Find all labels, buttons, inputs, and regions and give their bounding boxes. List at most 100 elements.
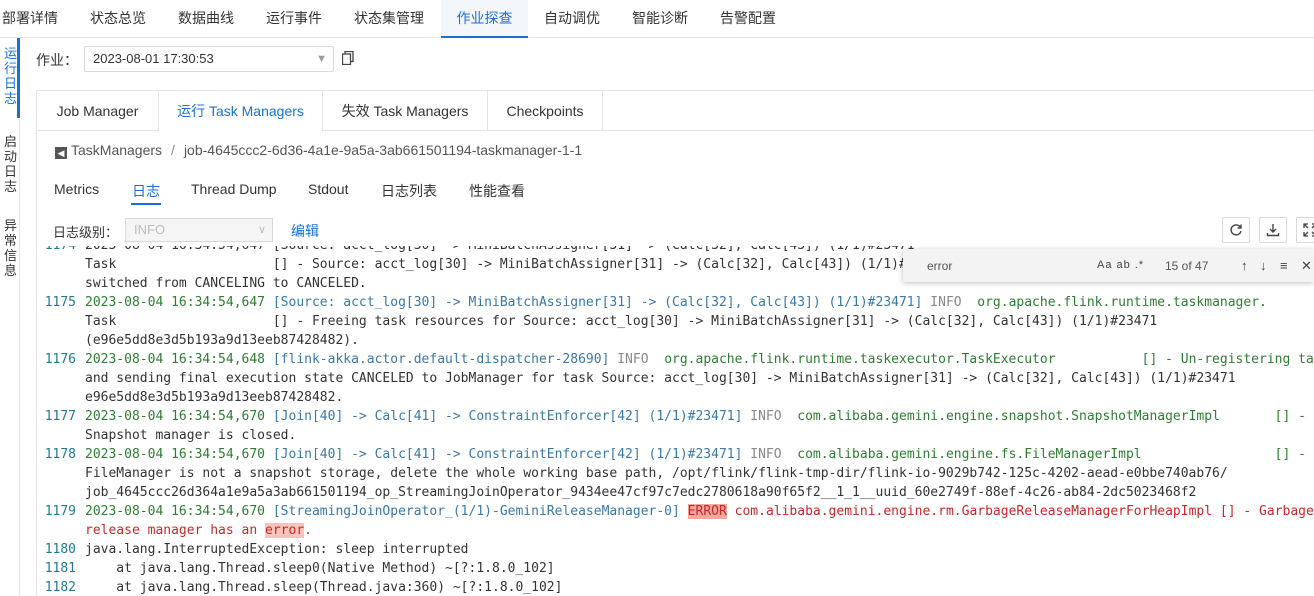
- log-class: com.alibaba.gemini.engine.rm.GarbageRele…: [734, 504, 1314, 519]
- log-class: com.alibaba.gemini.engine.fs.FileManager…: [797, 447, 1306, 462]
- itab-log[interactable]: 日志: [132, 181, 160, 201]
- log-text: Task [] - Source: acct_log[30] -> MiniBa…: [85, 257, 946, 272]
- line-number: 1179: [44, 504, 76, 519]
- subtab-checkpoints[interactable]: Checkpoints: [488, 91, 603, 131]
- log-thread: [flink-akka.actor.default-dispatcher-286…: [272, 352, 610, 367]
- fullscreen-button[interactable]: [1296, 217, 1314, 243]
- log-line: 1175 2023-08-04 16:34:54,647 [Source: acc…: [20, 293, 1314, 312]
- log-text: 2023-08-04 16:34:54,670 [Join[40] -> Cal…: [85, 407, 1306, 426]
- log-text: (e96e5dd8e3d5b193a9d13eeb87428482).: [85, 333, 359, 348]
- close-icon[interactable]: ✕: [1301, 258, 1312, 274]
- edit-link[interactable]: 编辑: [291, 221, 319, 241]
- log-line: e96e5dd8e3d5b193a9d13eeb87428482.: [20, 388, 1314, 407]
- log-message-tail: .: [304, 523, 312, 538]
- log-line: (e96e5dd8e3d5b193a9d13eeb87428482).: [20, 331, 1314, 350]
- breadcrumb-root[interactable]: TaskManagers: [71, 142, 162, 158]
- breadcrumb-separator: /: [171, 142, 175, 158]
- log-message: release manager has an: [85, 523, 266, 538]
- job-select[interactable]: 2023-08-01 17:30:53 ▼: [84, 46, 334, 72]
- download-icon: [1266, 224, 1280, 237]
- side-tab-start-log[interactable]: 启动日志: [0, 134, 20, 194]
- tab-smart-diagnosis[interactable]: 智能诊断: [632, 0, 688, 38]
- line-number: 1174: [20, 246, 76, 255]
- log-level: ERROR: [687, 504, 727, 519]
- log-line: release manager has an error.: [20, 521, 1314, 540]
- log-text: at java.lang.Thread.sleep0(Native Method…: [85, 561, 555, 576]
- log-line: 1177 2023-08-04 16:34:54,670 [Join[40] ->…: [20, 407, 1314, 426]
- tab-data-curves[interactable]: 数据曲线: [178, 0, 234, 38]
- log-text: at java.lang.Thread.sleep(Thread.java:36…: [85, 580, 563, 595]
- line-number: 1180: [44, 542, 76, 557]
- chevron-down-icon: ∨: [257, 224, 266, 236]
- log-line: 1178 2023-08-04 16:34:54,670 [Join[40] ->…: [20, 445, 1314, 464]
- log-thread: [Join[40] -> Calc[41] -> ConstraintEnfor…: [272, 409, 743, 424]
- log-level: INFO: [750, 447, 782, 462]
- subtab-failed-task-managers[interactable]: 失效 Task Managers: [323, 91, 488, 131]
- fullscreen-icon: [1303, 223, 1314, 237]
- breadcrumb-current: job-4645ccc2-6d36-4a1e-9a5a-3ab661501194…: [183, 142, 583, 158]
- log-text: FileManager is not a snapshot storage, d…: [85, 466, 1228, 481]
- log-class: org.apache.flink.runtime.taskexecutor.Ta…: [664, 352, 1314, 367]
- tab-deploy-details[interactable]: 部署详情: [2, 0, 58, 38]
- log-text: release manager has an error.: [85, 521, 312, 540]
- line-number: 1182: [44, 580, 76, 595]
- find-options[interactable]: Aa ab .*: [1097, 259, 1144, 271]
- subtab-running-task-managers[interactable]: 运行 Task Managers: [159, 91, 323, 132]
- line-number: 1176: [44, 352, 76, 367]
- log-text: 2023-08-04 16:34:54,647 [Source: acct_lo…: [85, 246, 915, 255]
- tab-alert-config[interactable]: 告警配置: [720, 0, 776, 38]
- log-timestamp: 2023-08-04 16:34:54,648: [85, 352, 266, 367]
- arrow-up-icon[interactable]: ↑: [1241, 258, 1248, 273]
- tab-status-overview[interactable]: 状态总览: [90, 0, 146, 38]
- log-thread: [Source: acct_log[30] -> MiniBatchAssign…: [272, 295, 923, 310]
- sub-tabs: Job Manager 运行 Task Managers 失效 Task Man…: [37, 91, 1314, 132]
- tab-auto-tuning[interactable]: 自动调优: [544, 0, 600, 38]
- log-text: 2023-08-04 16:34:54,648 [flink-akka.acto…: [85, 350, 1314, 369]
- tab-job-explore[interactable]: 作业探查: [441, 0, 528, 38]
- line-number: 1175: [44, 295, 76, 310]
- job-label: 作业：: [36, 52, 78, 68]
- side-tab-exceptions[interactable]: 异常信息: [0, 218, 20, 278]
- log-viewer[interactable]: 1174 2023-08-04 16:34:54,647 [Source: acc…: [20, 246, 1314, 596]
- find-input[interactable]: error: [927, 259, 952, 273]
- arrow-down-icon[interactable]: ↓: [1260, 258, 1267, 273]
- log-line: 1180 java.lang.InterruptedException: slee…: [20, 540, 1314, 559]
- subtab-job-manager[interactable]: Job Manager: [37, 91, 159, 131]
- log-text: 2023-08-04 16:34:54,647 [Source: acct_lo…: [85, 293, 1267, 312]
- itab-thread-dump[interactable]: Thread Dump: [191, 181, 277, 197]
- search-match: error: [265, 523, 305, 538]
- line-number: 1177: [44, 409, 76, 424]
- log-line: 1179 2023-08-04 16:34:54,670 [StreamingJo…: [20, 502, 1314, 521]
- log-text: Task [] - Freeing task resources for Sou…: [85, 314, 1158, 329]
- log-level: INFO: [930, 295, 962, 310]
- log-class: org.apache.flink.runtime.taskmanager.: [977, 295, 1267, 310]
- log-text: java.lang.InterruptedException: sleep in…: [85, 542, 469, 557]
- itab-log-list[interactable]: 日志列表: [381, 181, 437, 201]
- line-number: 1181: [44, 561, 76, 576]
- itab-metrics[interactable]: Metrics: [54, 181, 99, 197]
- log-level-value: INFO: [134, 222, 166, 237]
- itab-profiling[interactable]: 性能查看: [469, 181, 525, 201]
- back-icon[interactable]: ◀: [55, 147, 67, 159]
- log-level: INFO: [617, 352, 649, 367]
- log-text: 2023-08-04 16:34:54,670 [Join[40] -> Cal…: [85, 445, 1306, 464]
- inner-tabs: Metrics 日志 Thread Dump Stdout 日志列表 性能查看: [37, 175, 1314, 205]
- breadcrumb: ◀ TaskManagers / job-4645ccc2-6d36-4a1e-9a5…: [55, 142, 582, 159]
- copy-icon[interactable]: [342, 51, 354, 65]
- tab-state-set[interactable]: 状态集管理: [354, 0, 424, 38]
- log-timestamp: 2023-08-04 16:34:54,670: [85, 447, 266, 462]
- line-number: 1178: [44, 447, 76, 462]
- tab-run-events[interactable]: 运行事件: [266, 0, 322, 38]
- log-text: Snapshot manager is closed.: [85, 428, 297, 443]
- side-tab-run-log[interactable]: 运行日志: [0, 46, 20, 106]
- log-text: switched from CANCELING to CANCELED.: [85, 276, 367, 291]
- job-select-value: 2023-08-01 17:30:53: [93, 51, 214, 66]
- log-timestamp: 2023-08-04 16:34:54,647: [85, 295, 266, 310]
- itab-indicator: [131, 203, 161, 205]
- find-in-selection-icon[interactable]: ≡: [1280, 258, 1288, 273]
- itab-stdout[interactable]: Stdout: [308, 181, 348, 197]
- refresh-button[interactable]: [1222, 217, 1250, 243]
- log-text: and sending final execution state CANCEL…: [85, 371, 1236, 386]
- download-button[interactable]: [1259, 217, 1287, 243]
- log-line: 1176 2023-08-04 16:34:54,648 [flink-akka.…: [20, 350, 1314, 369]
